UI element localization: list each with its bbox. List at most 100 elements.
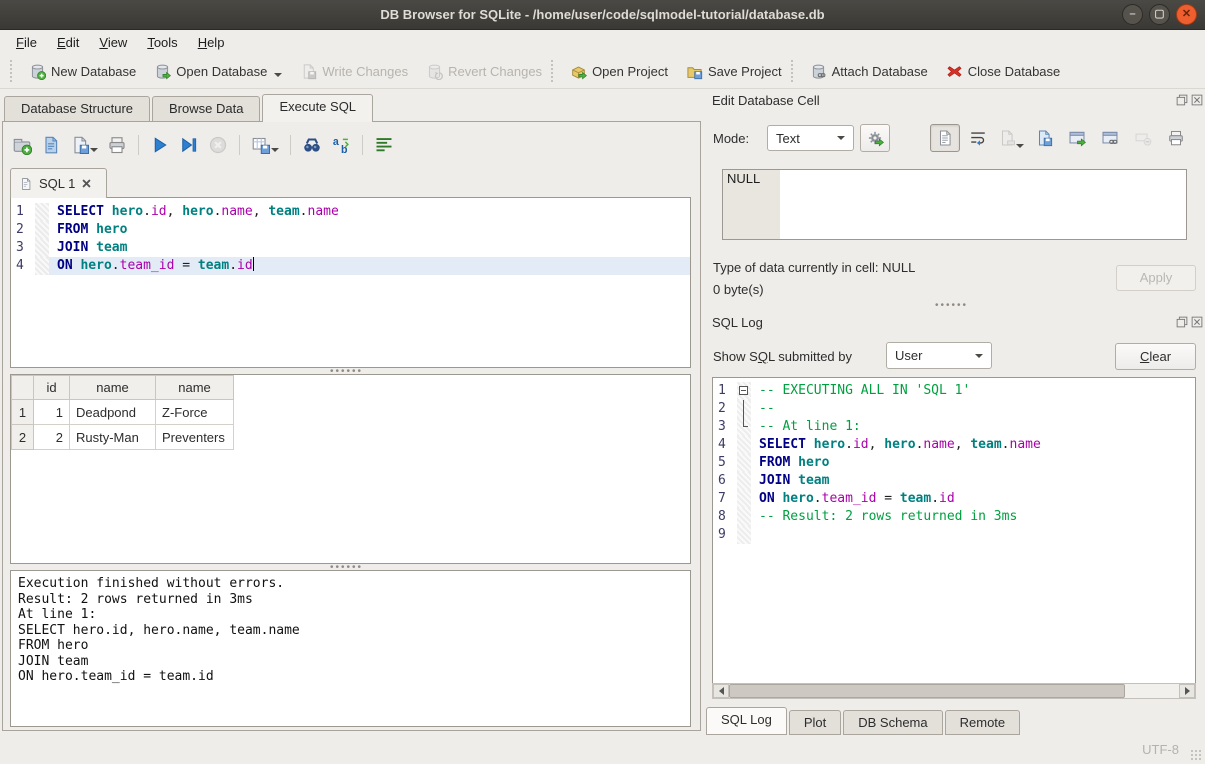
- log-filter-label: Show SQL submitted by: [713, 349, 852, 364]
- print-icon: [107, 135, 127, 155]
- open-database-button[interactable]: Open Database: [145, 58, 291, 85]
- cell[interactable]: Preventers: [156, 425, 234, 450]
- new-database-icon: [29, 63, 46, 80]
- results-corner-header[interactable]: [12, 376, 34, 400]
- scrollbar-thumb[interactable]: [729, 684, 1125, 698]
- execute-line-button[interactable]: [179, 135, 199, 155]
- sql-editor-tab[interactable]: SQL 1: [10, 168, 107, 198]
- replace-icon: ab: [331, 135, 351, 155]
- toolbar-handle[interactable]: [791, 60, 795, 82]
- attach-database-button[interactable]: Attach Database: [801, 58, 937, 85]
- new-database-button[interactable]: New Database: [20, 58, 145, 85]
- column-header-id[interactable]: id: [34, 376, 70, 400]
- word-wrap-button[interactable]: [963, 124, 993, 152]
- menu-tools[interactable]: Tools: [137, 32, 187, 53]
- code-text: SELECT hero.id, hero.name, team.name: [49, 203, 690, 221]
- code-text: SELECT hero.id, hero.name, team.name: [751, 436, 1195, 454]
- code-line: 3-- At line 1:: [713, 418, 1195, 436]
- table-row[interactable]: 22Rusty-ManPreventers: [12, 425, 234, 450]
- sql-editor[interactable]: 1SELECT hero.id, hero.name, team.name2FR…: [10, 197, 691, 368]
- code-line: 3JOIN team: [11, 239, 690, 257]
- apply-cell-button[interactable]: [1062, 124, 1092, 152]
- minimize-button[interactable]: –: [1122, 4, 1143, 25]
- word-wrap-icon: [969, 129, 987, 147]
- log-horizontal-scrollbar[interactable]: [712, 683, 1196, 699]
- column-header-name[interactable]: name: [156, 376, 234, 400]
- execute-all-button[interactable]: [150, 135, 170, 155]
- format-button[interactable]: [374, 135, 394, 155]
- menu-help[interactable]: Help: [188, 32, 235, 53]
- open-sql-file-button[interactable]: [41, 135, 61, 155]
- apply-button[interactable]: Apply: [1116, 265, 1196, 291]
- code-text: ON hero.team_id = team.id: [751, 490, 1195, 508]
- print-cell-button[interactable]: [1161, 124, 1191, 152]
- save-results-button[interactable]: [251, 135, 279, 155]
- log-filter-select[interactable]: User: [886, 342, 992, 369]
- dock-splitter-handle[interactable]: ••••••: [935, 303, 968, 309]
- scrollbar-track[interactable]: [729, 684, 1179, 698]
- menu-file[interactable]: File: [6, 32, 47, 53]
- close-button[interactable]: ✕: [1176, 4, 1197, 25]
- table-row[interactable]: 11DeadpondZ-Force: [12, 400, 234, 425]
- cell[interactable]: 1: [34, 400, 70, 425]
- dock-close-icon[interactable]: [1191, 316, 1203, 328]
- clear-log-button[interactable]: Clear: [1115, 343, 1196, 370]
- dock-close-icon[interactable]: [1191, 94, 1203, 106]
- column-header-name[interactable]: name: [70, 376, 156, 400]
- titlebar[interactable]: DB Browser for SQLite - /home/user/code/…: [0, 0, 1205, 30]
- menu-edit[interactable]: Edit: [47, 32, 89, 53]
- edit-cell-dock-title: Edit Database Cell: [712, 93, 820, 108]
- find-button[interactable]: [302, 135, 322, 155]
- tab-execute-sql[interactable]: Execute SQL: [262, 94, 373, 122]
- fold-guide: [743, 418, 748, 427]
- cell[interactable]: Z-Force: [156, 400, 234, 425]
- row-header[interactable]: 1: [12, 400, 34, 425]
- edit-cell-dock-buttons: [1176, 94, 1203, 106]
- tab-browse-data[interactable]: Browse Data: [152, 96, 260, 122]
- dock-float-icon[interactable]: [1176, 94, 1188, 106]
- print-button[interactable]: [107, 135, 127, 155]
- code-text: -- Result: 2 rows returned in 3ms: [751, 508, 1195, 526]
- chevron-down-icon: [274, 73, 282, 77]
- cell[interactable]: Rusty-Man: [70, 425, 156, 450]
- fold-margin: [35, 203, 49, 221]
- scroll-right-arrow[interactable]: [1179, 684, 1195, 698]
- results-header-row: idnamename: [12, 376, 234, 400]
- dock-float-icon[interactable]: [1176, 316, 1188, 328]
- results-grid[interactable]: idnamename11DeadpondZ-Force22Rusty-ManPr…: [10, 374, 691, 564]
- open-tab-icon: [12, 135, 32, 155]
- mode-select[interactable]: Text: [767, 125, 854, 151]
- cell[interactable]: 2: [34, 425, 70, 450]
- link-cell-button[interactable]: [1095, 124, 1125, 152]
- bottom-tab-db-schema[interactable]: DB Schema: [843, 710, 942, 735]
- maximize-button[interactable]: ▢: [1149, 4, 1170, 25]
- open-project-button[interactable]: Open Project: [561, 58, 677, 85]
- text-mode-button[interactable]: [930, 124, 960, 152]
- open-tab-button[interactable]: [12, 135, 32, 155]
- toolbar-handle[interactable]: [10, 60, 14, 82]
- cell-settings-button[interactable]: [860, 124, 890, 152]
- fold-collapse-icon[interactable]: [739, 386, 748, 395]
- bottom-tab-plot[interactable]: Plot: [789, 710, 841, 735]
- save-sql-file-button[interactable]: [70, 135, 98, 155]
- sql-log-view[interactable]: 1-- EXECUTING ALL IN 'SQL 1'2--3-- At li…: [712, 377, 1196, 699]
- execute-line-icon: [179, 135, 199, 155]
- replace-button[interactable]: ab: [331, 135, 351, 155]
- cell[interactable]: Deadpond: [70, 400, 156, 425]
- cell-editor[interactable]: NULL: [722, 169, 1187, 240]
- scroll-left-arrow[interactable]: [713, 684, 729, 698]
- close-tab-icon[interactable]: [81, 178, 92, 189]
- close-database-button[interactable]: Close Database: [937, 58, 1070, 85]
- bottom-tab-remote[interactable]: Remote: [945, 710, 1021, 735]
- row-header[interactable]: 2: [12, 425, 34, 450]
- code-text: [751, 526, 1195, 544]
- cell-size-text: 0 byte(s): [713, 282, 764, 297]
- toolbar-handle[interactable]: [551, 60, 555, 82]
- resize-grip[interactable]: [1190, 749, 1202, 761]
- tab-database-structure[interactable]: Database Structure: [4, 96, 150, 122]
- bottom-tab-sql-log[interactable]: SQL Log: [706, 707, 787, 735]
- save-project-button[interactable]: Save Project: [677, 58, 791, 85]
- export-data-button[interactable]: [1029, 124, 1059, 152]
- menu-view[interactable]: View: [89, 32, 137, 53]
- line-number: 7: [713, 490, 737, 508]
